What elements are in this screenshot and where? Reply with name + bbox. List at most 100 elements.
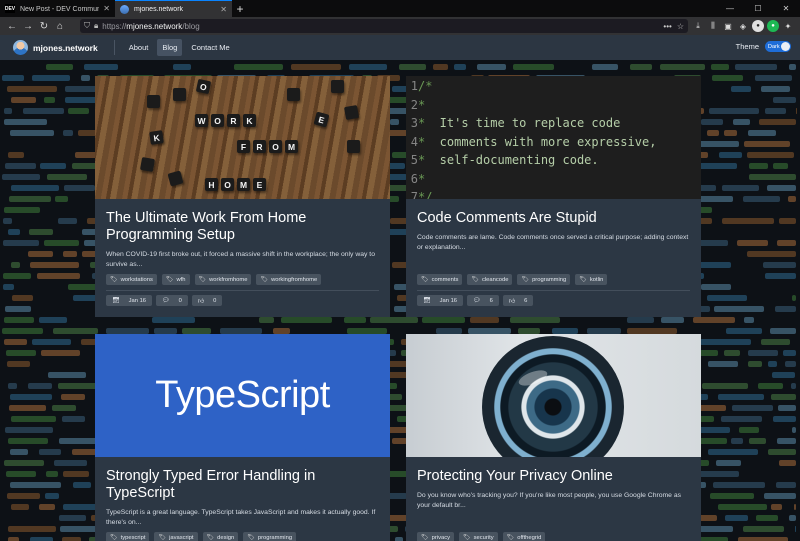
library-icon[interactable]: ⫼: [707, 20, 719, 32]
reaction-count[interactable]: 👍︎ 0: [191, 295, 223, 306]
code-background-stroke: [46, 174, 87, 180]
post-tags: 🏷︎ privacy 🏷︎ security 🏷︎ offthegrid: [417, 532, 546, 541]
tag-label: workingfromhome: [271, 276, 318, 283]
line-number: 1: [410, 79, 418, 93]
code-background-stroke: [11, 504, 29, 510]
tag-icon: 🏷︎: [110, 535, 118, 541]
post-meta: 📅︎ Jan 16 💬︎ 6 👍︎ 6: [417, 295, 534, 306]
puzzle-icon[interactable]: ✦: [782, 20, 794, 32]
new-tab-button[interactable]: +: [232, 0, 248, 17]
line-number: 4: [410, 134, 418, 149]
letter-tile: [139, 156, 156, 173]
tab-dev-community[interactable]: DEV New Post - DEV Community 👩‍💻👨‍💻 ✕: [0, 0, 115, 17]
tag-chip[interactable]: 🏷︎ javascript: [154, 532, 198, 541]
card-divider: [417, 290, 690, 291]
extension-icon[interactable]: ◈: [737, 20, 749, 32]
code-background-stroke: [512, 64, 555, 70]
post-card[interactable]: 1/* 2* 3* It's time to replace code 4* comm…: [406, 76, 701, 317]
extension-green-icon[interactable]: ●: [767, 20, 779, 32]
nav-about[interactable]: About: [124, 39, 154, 56]
extension-badge-icon[interactable]: ●: [752, 20, 764, 32]
code-background-stroke: [749, 163, 768, 169]
code-background-stroke: [51, 405, 77, 411]
minimize-icon[interactable]: —: [716, 0, 744, 17]
code-background-stroke: [45, 471, 59, 477]
page-actions-icon[interactable]: •••: [663, 22, 671, 31]
code-background-stroke: [8, 537, 19, 541]
post-date: 📅︎ Jan 16: [417, 295, 464, 306]
nav-blog[interactable]: Blog: [157, 39, 183, 56]
post-date: 📅︎ Jan 16: [106, 295, 153, 306]
code-background-stroke: [778, 218, 796, 224]
tag-chip[interactable]: 🏷︎ kotlin: [575, 274, 608, 285]
back-icon[interactable]: ←: [4, 19, 20, 33]
code-background-stroke: [81, 75, 90, 81]
reload-icon[interactable]: ↻: [36, 19, 52, 33]
code-background-stroke: [44, 240, 80, 246]
shield-icon[interactable]: ⛉: [84, 21, 90, 31]
code-background-stroke: [776, 438, 796, 444]
tag-chip[interactable]: 🏷︎ comments: [417, 274, 463, 285]
code-background-stroke: [55, 196, 69, 202]
post-tags: 🏷︎ comments 🏷︎ cleancode 🏷︎ programming 🏷︎ k…: [417, 274, 608, 285]
tag-chip[interactable]: 🏷︎ wfh: [161, 274, 190, 285]
theme-switcher: Theme Dark: [736, 41, 791, 52]
tab-mjones-network[interactable]: mjones.network ✕: [115, 0, 232, 17]
close-window-icon[interactable]: ✕: [772, 0, 800, 17]
code-background-stroke: [290, 64, 341, 70]
firefox-view-icon[interactable]: ▣: [722, 20, 734, 32]
post-title[interactable]: Code Comments Are Stupid: [417, 210, 692, 227]
forward-icon[interactable]: →: [20, 19, 36, 33]
tag-chip[interactable]: 🏷︎ workfromhome: [194, 274, 252, 285]
tag-chip[interactable]: 🏷︎ offthegrid: [502, 532, 546, 541]
tag-chip[interactable]: 🏷︎ security: [459, 532, 498, 541]
maximize-icon[interactable]: ☐: [744, 0, 772, 17]
code-background-stroke: [773, 163, 789, 169]
code-background-stroke: [744, 141, 790, 147]
reaction-count[interactable]: 👍︎ 6: [502, 295, 534, 306]
comment-value: 6: [486, 295, 496, 306]
tag-label: typescript: [120, 534, 146, 541]
letter-tile: R: [227, 114, 240, 127]
nav-contact[interactable]: Contact Me: [186, 39, 234, 56]
code-background-stroke: [432, 64, 448, 70]
tag-chip[interactable]: 🏷︎ workingfromhome: [256, 274, 322, 285]
tag-chip[interactable]: 🏷︎ programming: [243, 532, 297, 541]
theme-toggle[interactable]: Dark: [765, 41, 791, 52]
tag-icon: 🏷︎: [471, 277, 479, 283]
code-background-stroke: [712, 482, 765, 488]
code-background-stroke: [38, 449, 62, 455]
brand-link[interactable]: mjones.network: [13, 40, 98, 55]
letter-tile: [331, 80, 344, 93]
tag-chip[interactable]: 🏷︎ workstations: [106, 274, 157, 285]
post-card[interactable]: TypeScript Strongly Typed Error Handling…: [95, 334, 390, 541]
code-line: 3* It's time to replace code: [406, 114, 701, 132]
code-background-stroke: [11, 295, 33, 301]
tag-chip[interactable]: 🏷︎ cleancode: [467, 274, 513, 285]
tag-chip[interactable]: 🏷︎ typescript: [106, 532, 150, 541]
tag-chip[interactable]: 🏷︎ design: [202, 532, 239, 541]
comment-count[interactable]: 💬︎ 6: [467, 295, 499, 306]
code-background-stroke: [692, 317, 736, 323]
post-title[interactable]: The Ultimate Work From Home Programming …: [106, 210, 381, 244]
post-title[interactable]: Strongly Typed Error Handling in TypeScr…: [106, 468, 381, 502]
code-background-stroke: [744, 317, 755, 323]
comment-marker: */: [418, 190, 433, 199]
post-title[interactable]: Protecting Your Privacy Online: [417, 468, 692, 485]
post-card[interactable]: Protecting Your Privacy Online Do you kn…: [406, 334, 701, 541]
lock-icon[interactable]: 🔒︎: [94, 21, 98, 31]
tag-label: comments: [431, 276, 459, 283]
bookmark-star-icon[interactable]: ☆: [677, 22, 684, 31]
comment-count[interactable]: 💬︎ 0: [156, 295, 188, 306]
home-icon[interactable]: ⌂: [52, 19, 68, 33]
post-excerpt: Code comments are lame. Code comments on…: [417, 234, 689, 251]
tab-close-icon[interactable]: ✕: [103, 4, 110, 13]
tab-close-icon[interactable]: ✕: [220, 5, 227, 14]
download-icon[interactable]: ⤓: [692, 20, 704, 32]
post-card[interactable]: O K W O R K E F R O M H O M E The Ultima…: [95, 76, 390, 317]
tag-chip[interactable]: 🏷︎ privacy: [417, 532, 454, 541]
tag-chip[interactable]: 🏷︎ programming: [517, 274, 571, 285]
code-background-stroke: [702, 383, 748, 389]
code-background-stroke: [27, 383, 52, 389]
address-bar[interactable]: ⛉ 🔒︎ https://mjones.network/blog ••• ☆: [80, 19, 688, 33]
